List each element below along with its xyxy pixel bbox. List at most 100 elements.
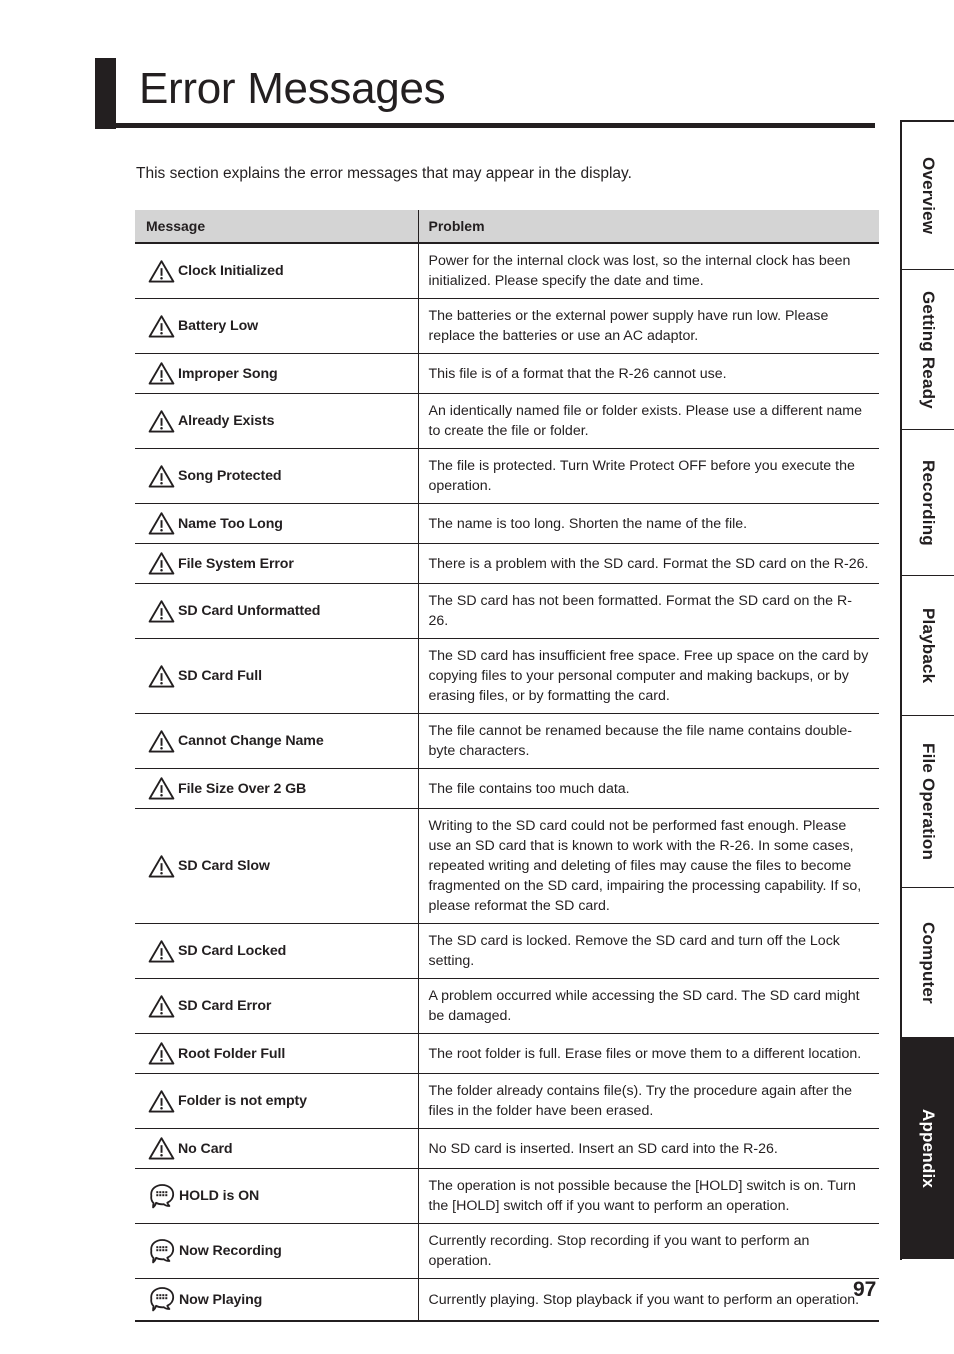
table-row: Battery Low The batteries or the external… xyxy=(135,298,879,354)
table-row: SD Card Full The SD card has insufficient… xyxy=(135,638,879,714)
warning-triangle-icon xyxy=(148,1089,175,1114)
table-row: Root Folder Full The root folder is full.… xyxy=(135,1033,879,1074)
table-row: SD Card Locked The SD card is locked. Rem… xyxy=(135,923,879,979)
warning-triangle-icon xyxy=(148,1041,175,1066)
message-cell: HOLD is ON xyxy=(135,1168,418,1224)
message-cell-content: Already Exists xyxy=(148,409,410,434)
error-messages-table: Message Problem Clock Initialized Power f… xyxy=(135,210,879,1322)
table-row: SD Card Unformatted The SD card has not b… xyxy=(135,583,879,639)
problem-cell: A problem occurred while accessing the S… xyxy=(417,978,879,1034)
message-label: File Size Over 2 GB xyxy=(178,780,307,797)
message-cell-content: SD Card Unformatted xyxy=(148,599,410,624)
warning-triangle-icon xyxy=(148,776,175,801)
message-cell: Now Playing xyxy=(135,1278,418,1322)
problem-cell: The file is protected. Turn Write Protec… xyxy=(417,448,879,504)
table-header-row: Message Problem xyxy=(135,210,879,244)
message-cell: Cannot Change Name xyxy=(135,713,418,769)
table-row: Now Playing Currently playing. Stop playb… xyxy=(135,1278,879,1322)
table-row: Already Exists An identically named file … xyxy=(135,393,879,449)
message-label: Clock Initialized xyxy=(178,263,284,279)
message-label: SD Card Full xyxy=(178,668,262,684)
problem-cell: The SD card has not been formatted. Form… xyxy=(417,583,879,639)
sidebar-tab-overview[interactable]: Overview xyxy=(902,122,954,270)
table-row: HOLD is ON The operation is not possible … xyxy=(135,1168,879,1224)
message-cell-content: SD Card Slow xyxy=(148,854,410,879)
message-cell: SD Card Unformatted xyxy=(135,583,418,639)
warning-triangle-icon xyxy=(148,409,175,434)
warning-triangle-icon xyxy=(148,939,175,964)
message-cell: SD Card Error xyxy=(135,978,418,1034)
message-cell-content: Now Recording xyxy=(148,1238,410,1265)
problem-cell: Writing to the SD card could not be perf… xyxy=(417,808,879,924)
message-label: SD Card Error xyxy=(178,998,272,1014)
problem-cell: The operation is not possible because th… xyxy=(417,1168,879,1224)
table-row: Improper Song This file is of a format th… xyxy=(135,353,879,394)
sidebar-tab-computer[interactable]: Computer xyxy=(902,888,954,1038)
message-bubble-icon xyxy=(148,1286,176,1313)
message-bubble-icon xyxy=(148,1238,176,1265)
warning-triangle-icon xyxy=(148,464,175,489)
message-cell: Now Recording xyxy=(135,1223,418,1279)
message-label: Root Folder Full xyxy=(178,1045,286,1062)
sidebar-tab-recording[interactable]: Recording xyxy=(902,430,954,576)
table-row: File System Error There is a problem with… xyxy=(135,543,879,584)
table-body: Clock Initialized Power for the internal … xyxy=(135,243,879,1322)
message-cell-content: SD Card Error xyxy=(148,994,410,1019)
table-row: Clock Initialized Power for the internal … xyxy=(135,243,879,299)
problem-cell: The SD card has insufficient free space.… xyxy=(417,638,879,714)
problem-cell: Currently recording. Stop recording if y… xyxy=(417,1223,879,1279)
table-row: Cannot Change Name The file cannot be ren… xyxy=(135,713,879,769)
sidebar-tab-label: Playback xyxy=(919,607,938,684)
message-cell-content: File Size Over 2 GB xyxy=(148,776,410,801)
message-label: SD Card Unformatted xyxy=(178,603,321,619)
sidebar-tab-playback[interactable]: Playback xyxy=(902,576,954,716)
message-cell: SD Card Slow xyxy=(135,808,418,924)
message-cell-content: Name Too Long xyxy=(148,511,410,536)
warning-triangle-icon xyxy=(148,259,175,284)
warning-triangle-icon xyxy=(148,511,175,536)
message-cell-content: Clock Initialized xyxy=(148,259,410,284)
message-cell-content: SD Card Full xyxy=(148,664,410,689)
message-cell: Folder is not empty xyxy=(135,1073,418,1129)
message-cell: Already Exists xyxy=(135,393,418,449)
message-cell-content: HOLD is ON xyxy=(148,1183,410,1210)
sidebar-tab-label: Recording xyxy=(919,459,938,546)
column-header-problem: Problem xyxy=(417,210,879,244)
problem-cell: The root folder is full. Erase files or … xyxy=(417,1033,879,1074)
message-label: Improper Song xyxy=(178,365,278,382)
problem-cell: This file is of a format that the R-26 c… xyxy=(417,353,879,394)
problem-cell: The SD card is locked. Remove the SD car… xyxy=(417,923,879,979)
warning-triangle-icon xyxy=(148,994,175,1019)
message-label: File System Error xyxy=(178,555,294,572)
warning-triangle-icon xyxy=(148,664,175,689)
problem-cell: The batteries or the external power supp… xyxy=(417,298,879,354)
message-cell-content: No Card xyxy=(148,1136,410,1161)
page-number: 97 xyxy=(853,1278,877,1301)
problem-cell: The name is too long. Shorten the name o… xyxy=(417,503,879,544)
message-label: Already Exists xyxy=(178,413,275,429)
message-label: HOLD is ON xyxy=(179,1188,260,1204)
problem-cell: The file cannot be renamed because the f… xyxy=(417,713,879,769)
message-cell: File System Error xyxy=(135,543,418,584)
table-row: SD Card Slow Writing to the SD card could… xyxy=(135,808,879,924)
message-cell: Name Too Long xyxy=(135,503,418,544)
sidebar-tab-label: Overview xyxy=(919,156,938,235)
sidebar-tab-appendix[interactable]: Appendix xyxy=(902,1038,954,1259)
message-cell: No Card xyxy=(135,1128,418,1169)
sidebar-tab-label: File Operation xyxy=(919,742,938,861)
sidebar-tab-getting-ready[interactable]: Getting Ready xyxy=(902,270,954,430)
message-label: Battery Low xyxy=(178,318,259,334)
problem-cell: Currently playing. Stop playback if you … xyxy=(417,1278,879,1322)
problem-cell: An identically named file or folder exis… xyxy=(417,393,879,449)
message-cell: SD Card Locked xyxy=(135,923,418,979)
table-row: Name Too Long The name is too long. Short… xyxy=(135,503,879,544)
message-label: Song Protected xyxy=(178,468,282,484)
column-header-message: Message xyxy=(135,210,418,244)
warning-triangle-icon xyxy=(148,551,175,576)
sidebar-tab-file-operation[interactable]: File Operation xyxy=(902,716,954,888)
table-row: Song Protected The file is protected. Tur… xyxy=(135,448,879,504)
table-row: File Size Over 2 GB The file contains too… xyxy=(135,768,879,809)
message-label: SD Card Locked xyxy=(178,943,287,959)
page-title: Error Messages xyxy=(139,64,446,113)
problem-cell: No SD card is inserted. Insert an SD car… xyxy=(417,1128,879,1169)
